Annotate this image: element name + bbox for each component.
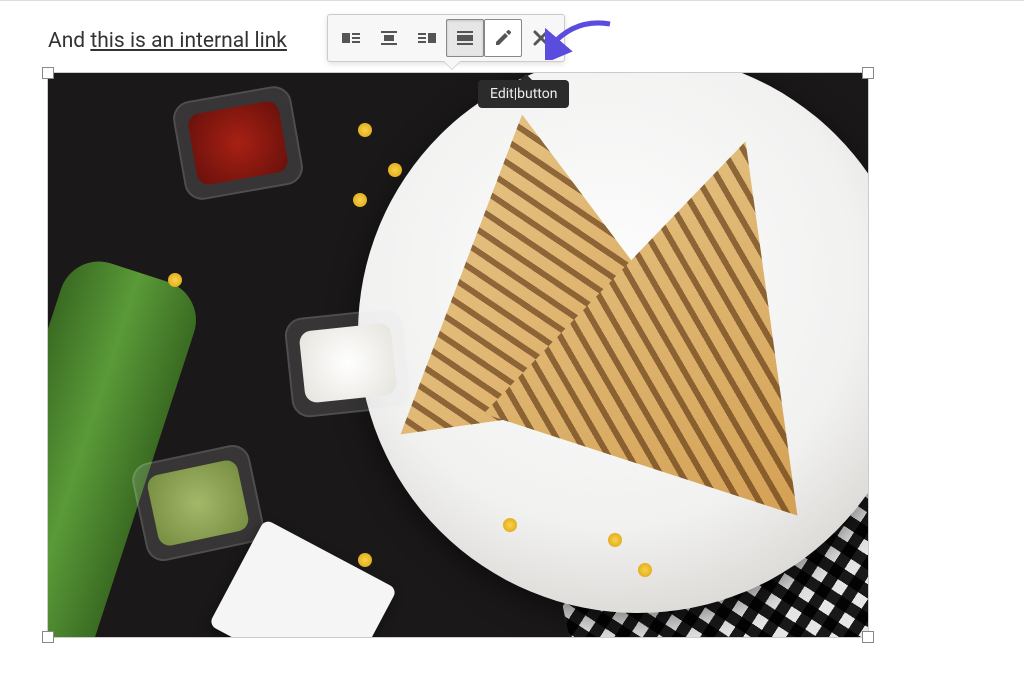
edit-image-button[interactable] — [484, 19, 522, 57]
tooltip-text: Edit|button — [490, 86, 557, 102]
align-right-icon — [417, 28, 437, 48]
align-none-button[interactable] — [446, 19, 484, 57]
annotation-arrow-icon — [545, 18, 615, 60]
resize-handle-bottom-left[interactable] — [42, 631, 54, 643]
resize-handle-bottom-right[interactable] — [862, 631, 874, 643]
align-left-icon — [341, 28, 361, 48]
align-left-button[interactable] — [332, 19, 370, 57]
toolbar-caret-icon — [443, 60, 461, 69]
image-toolbar — [327, 14, 565, 62]
align-center-button[interactable] — [370, 19, 408, 57]
pencil-icon — [493, 28, 513, 48]
edit-button-tooltip: Edit|button — [478, 80, 569, 108]
resize-handle-top-left[interactable] — [42, 67, 54, 79]
internal-link[interactable]: this is an internal link — [90, 29, 287, 53]
paragraph-prefix: And — [48, 29, 90, 53]
image-wrapper[interactable] — [48, 73, 868, 637]
image-block-selected[interactable] — [48, 73, 868, 637]
editor-canvas[interactable]: And this is an internal link to another … — [0, 0, 1024, 678]
align-center-icon — [379, 28, 399, 48]
align-right-button[interactable] — [408, 19, 446, 57]
resize-handle-top-right[interactable] — [862, 67, 874, 79]
align-none-icon — [455, 28, 475, 48]
inserted-image[interactable] — [48, 73, 868, 637]
